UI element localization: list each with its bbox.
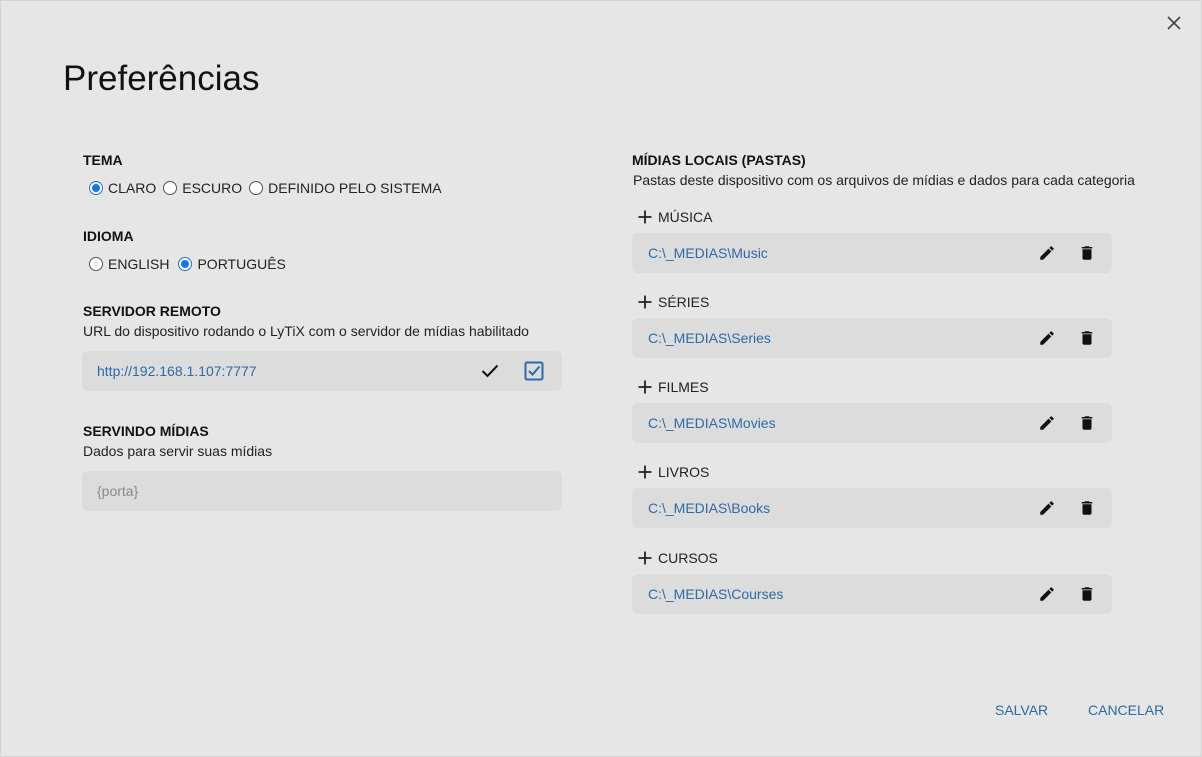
folder-path-row: C:\_MEDIAS\Music: [632, 233, 1112, 273]
trash-icon: [1081, 416, 1093, 430]
language-section-title: IDIOMA: [83, 228, 134, 244]
plus-icon: [638, 465, 652, 479]
serving-section-title: SERVINDO MÍDIAS: [83, 423, 209, 439]
checkbox-checked-icon: [524, 361, 544, 381]
preferences-dialog: Preferências TEMA CLARO ESCURO DEFINIDO …: [0, 0, 1202, 757]
folder-path: C:\_MEDIAS\Courses: [648, 586, 784, 602]
radio-selected[interactable]: [89, 181, 103, 195]
pencil-icon: [1040, 246, 1054, 260]
pencil-icon: [1040, 416, 1054, 430]
save-button[interactable]: SALVAR: [995, 702, 1048, 718]
category-label: CURSOS: [658, 550, 718, 566]
theme-option-system[interactable]: DEFINIDO PELO SISTEMA: [249, 180, 442, 196]
folder-path-row: C:\_MEDIAS\Movies: [632, 403, 1112, 443]
theme-option-light[interactable]: CLARO: [89, 180, 156, 196]
serving-description: Dados para servir suas mídias: [83, 443, 273, 459]
pencil-icon: [1040, 331, 1054, 345]
port-input[interactable]: [97, 483, 537, 499]
pencil-icon: [1040, 587, 1054, 601]
folder-path: C:\_MEDIAS\Movies: [648, 415, 776, 431]
trash-icon: [1081, 331, 1093, 345]
plus-icon: [638, 551, 652, 565]
category-label: MÚSICA: [658, 209, 713, 225]
confirm-url-button[interactable]: [478, 359, 502, 383]
plus-icon: [638, 380, 652, 394]
language-option-label: ENGLISH: [108, 256, 170, 272]
edit-folder-button[interactable]: [1035, 582, 1059, 606]
folder-path: C:\_MEDIAS\Music: [648, 245, 768, 261]
delete-folder-button[interactable]: [1075, 411, 1099, 435]
radio-unselected[interactable]: [163, 181, 178, 195]
category-label: FILMES: [658, 379, 709, 395]
remote-server-description: URL do dispositivo rodando o LyTiX com o…: [83, 323, 529, 339]
theme-option-label: CLARO: [108, 180, 157, 196]
close-icon: [1167, 16, 1181, 30]
theme-radio-group: CLARO ESCURO DEFINIDO PELO SISTEMA: [89, 180, 449, 196]
theme-section-title: TEMA: [83, 152, 123, 168]
dialog-title: Preferências: [63, 59, 260, 98]
edit-folder-button[interactable]: [1035, 326, 1059, 350]
edit-folder-button[interactable]: [1035, 241, 1059, 265]
local-media-description: Pastas deste dispositivo com os arquivos…: [633, 172, 1135, 188]
delete-folder-button[interactable]: [1075, 496, 1099, 520]
remote-url-input[interactable]: [97, 363, 457, 379]
folder-path: C:\_MEDIAS\Series: [648, 330, 771, 346]
add-folder-button[interactable]: CURSOS: [638, 550, 718, 566]
edit-folder-button[interactable]: [1035, 496, 1059, 520]
pencil-icon: [1040, 501, 1054, 515]
enable-server-checkbox[interactable]: [522, 359, 546, 383]
trash-icon: [1081, 246, 1093, 260]
remote-url-field: [82, 351, 562, 391]
delete-folder-button[interactable]: [1075, 326, 1099, 350]
trash-icon: [1081, 501, 1093, 515]
folder-path-row: C:\_MEDIAS\Courses: [632, 574, 1112, 614]
local-media-section-title: MÍDIAS LOCAIS (PASTAS): [632, 152, 806, 168]
folder-path-row: C:\_MEDIAS\Books: [632, 488, 1112, 528]
check-icon: [481, 364, 499, 378]
folder-path: C:\_MEDIAS\Books: [648, 500, 771, 516]
add-folder-button[interactable]: MÚSICA: [638, 209, 712, 225]
radio-selected[interactable]: [178, 257, 193, 271]
radio-unselected[interactable]: [89, 257, 103, 271]
language-radio-group: ENGLISH PORTUGUÊS: [89, 256, 293, 272]
remote-server-section-title: SERVIDOR REMOTO: [83, 303, 221, 319]
category-label: SÉRIES: [658, 294, 710, 310]
theme-option-label: ESCURO: [182, 180, 243, 196]
add-folder-button[interactable]: LIVROS: [638, 464, 709, 480]
add-folder-button[interactable]: FILMES: [638, 379, 709, 395]
plus-icon: [638, 210, 652, 224]
theme-option-dark[interactable]: ESCURO: [163, 180, 242, 196]
delete-folder-button[interactable]: [1075, 582, 1099, 606]
folder-path-row: C:\_MEDIAS\Series: [632, 318, 1112, 358]
delete-folder-button[interactable]: [1075, 241, 1099, 265]
cancel-button[interactable]: CANCELAR: [1088, 702, 1164, 718]
theme-option-label: DEFINIDO PELO SISTEMA: [268, 180, 442, 196]
language-option-english[interactable]: ENGLISH: [89, 256, 169, 272]
trash-icon: [1081, 587, 1093, 601]
category-label: LIVROS: [658, 464, 710, 480]
add-folder-button[interactable]: SÉRIES: [638, 294, 709, 310]
close-button[interactable]: [1163, 12, 1185, 34]
language-option-portuguese[interactable]: PORTUGUÊS: [178, 256, 286, 272]
port-field: [82, 471, 562, 511]
edit-folder-button[interactable]: [1035, 411, 1059, 435]
plus-icon: [638, 295, 652, 309]
radio-unselected[interactable]: [249, 181, 264, 195]
language-option-label: PORTUGUÊS: [197, 256, 286, 272]
